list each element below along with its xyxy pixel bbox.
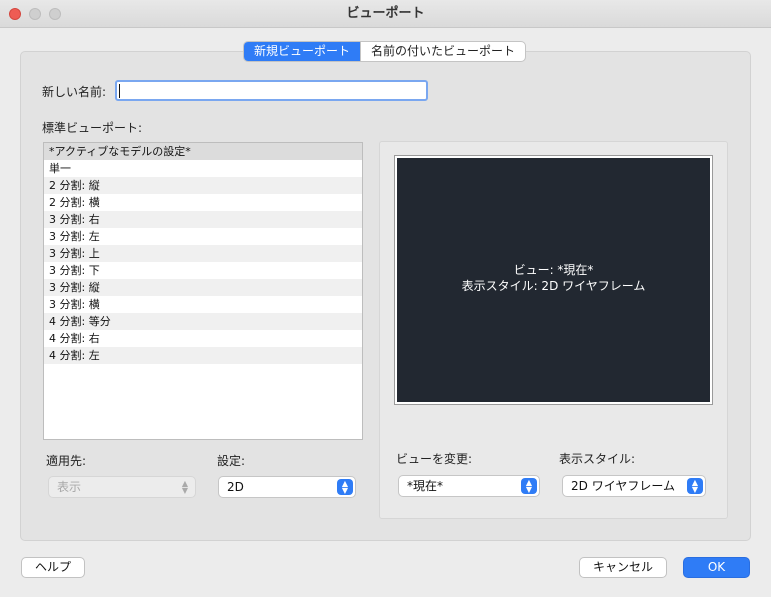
chevron-updown-icon: ▲ ▼ bbox=[687, 478, 703, 494]
chevron-updown-icon: ▲ ▼ bbox=[337, 479, 353, 495]
close-window-button[interactable] bbox=[9, 8, 21, 20]
tab-new-viewports[interactable]: 新規ビューポート bbox=[244, 42, 361, 61]
standard-viewports-label: 標準ビューポート: bbox=[42, 121, 143, 135]
change-view-label: ビューを変更: bbox=[396, 452, 473, 466]
setup-select[interactable]: 2D ▲ ▼ bbox=[218, 476, 356, 498]
setup-label: 設定: bbox=[217, 454, 246, 468]
change-view-select[interactable]: *現在* ▲ ▼ bbox=[398, 475, 540, 497]
viewport-preview[interactable]: ビュー: *現在* 表示スタイル: 2D ワイヤフレーム bbox=[394, 155, 713, 405]
change-view-value: *現在* bbox=[407, 479, 444, 493]
list-item[interactable]: 3 分割: 横 bbox=[44, 296, 362, 313]
chevron-updown-icon: ▲ ▼ bbox=[181, 479, 189, 495]
list-item[interactable]: 単一 bbox=[44, 160, 362, 177]
list-item[interactable]: 4 分割: 左 bbox=[44, 347, 362, 364]
visual-style-value: 2D ワイヤフレーム bbox=[571, 479, 675, 493]
list-item[interactable]: 3 分割: 右 bbox=[44, 211, 362, 228]
ok-button[interactable]: OK bbox=[683, 557, 750, 578]
preview-caption: ビュー: *現在* 表示スタイル: 2D ワイヤフレーム bbox=[397, 262, 710, 294]
standard-viewports-list[interactable]: *アクティブなモデルの設定* 単一 2 分割: 縦 2 分割: 横 3 分割: … bbox=[43, 142, 363, 440]
list-item[interactable]: *アクティブなモデルの設定* bbox=[44, 143, 362, 160]
list-item[interactable]: 3 分割: 縦 bbox=[44, 279, 362, 296]
visual-style-label: 表示スタイル: bbox=[559, 452, 636, 466]
apply-to-select[interactable]: 表示 ▲ ▼ bbox=[48, 476, 196, 498]
tab-named-viewports[interactable]: 名前の付いたビューポート bbox=[360, 42, 525, 61]
chevron-updown-icon: ▲ ▼ bbox=[521, 478, 537, 494]
help-button[interactable]: ヘルプ bbox=[21, 557, 85, 578]
apply-to-label: 適用先: bbox=[46, 454, 87, 468]
list-item[interactable]: 4 分割: 右 bbox=[44, 330, 362, 347]
window-title: ビューポート bbox=[346, 6, 425, 21]
list-item[interactable]: 3 分割: 下 bbox=[44, 262, 362, 279]
list-item[interactable]: 2 分割: 縦 bbox=[44, 177, 362, 194]
list-item[interactable]: 3 分割: 上 bbox=[44, 245, 362, 262]
visual-style-select[interactable]: 2D ワイヤフレーム ▲ ▼ bbox=[562, 475, 706, 497]
apply-to-value: 表示 bbox=[57, 480, 82, 494]
list-item[interactable]: 3 分割: 左 bbox=[44, 228, 362, 245]
title-bar: ビューポート bbox=[0, 0, 771, 28]
preview-view-line: ビュー: *現在* bbox=[513, 263, 594, 277]
tab-bar: 新規ビューポート 名前の付いたビューポート bbox=[243, 41, 527, 62]
minimize-window-button[interactable] bbox=[29, 8, 41, 20]
list-item[interactable]: 4 分割: 等分 bbox=[44, 313, 362, 330]
preview-style-line: 表示スタイル: 2D ワイヤフレーム bbox=[461, 279, 646, 293]
new-name-label: 新しい名前: bbox=[42, 85, 107, 99]
text-caret bbox=[119, 84, 120, 98]
zoom-window-button[interactable] bbox=[49, 8, 61, 20]
viewports-dialog: ビューポート 新規ビューポート 名前の付いたビューポート 新しい名前: 標準ビュ… bbox=[0, 0, 771, 597]
new-name-input[interactable] bbox=[115, 80, 428, 101]
list-item[interactable]: 2 分割: 横 bbox=[44, 194, 362, 211]
setup-value: 2D bbox=[227, 480, 244, 494]
cancel-button[interactable]: キャンセル bbox=[579, 557, 667, 578]
